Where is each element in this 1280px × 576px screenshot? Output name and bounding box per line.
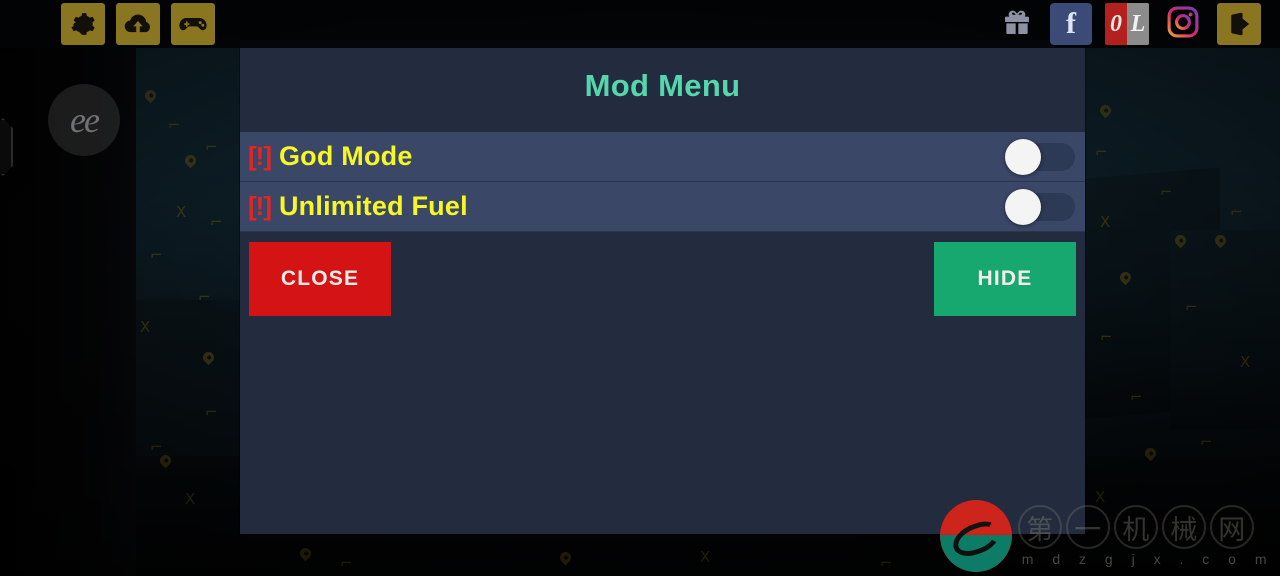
settings-button[interactable] [61,3,105,45]
watermark-char: 一 [1065,505,1110,549]
warning-marker-icon: [!] [248,191,272,221]
cloud-upload-icon [124,11,152,37]
toggle-knob [1005,188,1041,225]
gamepad-icon [178,12,208,36]
watermark-characters: 第 一 机 械 网 [1017,505,1274,549]
panel-actions: CLOSE HIDE [240,238,1085,320]
toggle-unlimited-fuel[interactable] [1005,188,1075,225]
mod-row-label: Unlimited Fuel [278,191,468,221]
toolbar-left-group [61,3,215,45]
watermark-char: 第 [1017,505,1062,549]
warning-marker-icon: [!] [248,141,272,171]
close-button[interactable]: CLOSE [249,242,391,316]
mod-row-label: God Mode [278,141,413,171]
watermark-logo-icon [939,500,1012,572]
watermark: 第 一 机 械 网 m d z g j x . c o m [939,500,1274,572]
gift-button[interactable] [997,3,1037,45]
gear-icon [70,11,96,37]
mod-row-unlimited-fuel[interactable]: [!] Unlimited Fuel [240,182,1085,232]
mod-menu-panel: Mod Menu [!] God Mode [!] Unlimited Fuel… [240,40,1085,534]
gamepad-button[interactable] [171,3,215,45]
watermark-domain: m d z g j x . c o m [1021,551,1274,567]
ol-logo-button[interactable]: 0 L [1105,3,1149,45]
watermark-char: 网 [1209,505,1254,549]
mod-row-god-mode[interactable]: [!] God Mode [240,132,1085,182]
toggle-god-mode[interactable] [1005,138,1075,175]
screen: ⌐ ⌐ X ⌐ ⌐ ⌐ X ⌐ ⌐ X ⌐ ⌐ ⌐ X ⌐ ⌐ X ⌐ ⌐ X … [0,0,1280,576]
exit-door-icon [1225,10,1253,38]
ol-logo-icon-right: L [1127,3,1149,45]
instagram-button[interactable] [1162,3,1204,45]
cloud-upload-button[interactable] [116,3,160,45]
facebook-icon: f [1066,7,1076,40]
toggle-knob [1005,138,1041,175]
mod-options-list: [!] God Mode [!] Unlimited Fuel [240,132,1085,232]
watermark-char: 机 [1113,505,1158,549]
floating-logo-label: ee [70,100,100,140]
floating-logo-button[interactable]: ee [48,84,120,156]
watermark-char: 械 [1161,505,1206,549]
hide-button[interactable]: HIDE [934,242,1076,316]
gift-icon [1001,6,1033,43]
drag-handle-icon[interactable] [0,118,13,176]
facebook-button[interactable]: f [1050,3,1092,45]
watermark-text-group: 第 一 机 械 网 m d z g j x . c o m [1017,505,1274,567]
page-title: Mod Menu [584,68,741,103]
instagram-icon [1166,5,1200,44]
ol-logo-icon-left: 0 [1105,3,1127,45]
toolbar-right-group: f 0 L [997,3,1261,45]
exit-button[interactable] [1217,3,1261,45]
top-toolbar: f 0 L [0,0,1280,48]
